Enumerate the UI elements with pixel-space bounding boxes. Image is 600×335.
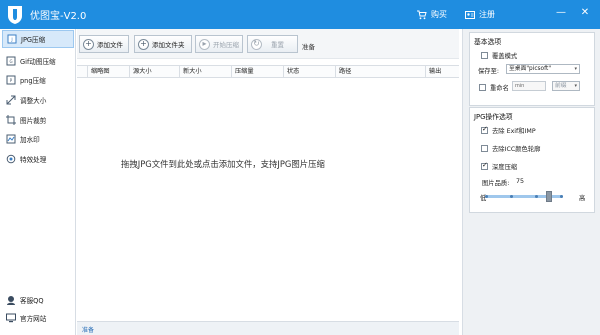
options-panel: 基本选项 覆盖模式 保存至: 至桌面"picsoft" ▾ 重命名 前缀 ▾ J… — [462, 29, 600, 335]
cart-icon — [417, 10, 427, 19]
remove-exif-label: 去除 Exif和IMP — [492, 128, 536, 135]
reset-button[interactable]: ↻ 重置 — [247, 35, 298, 53]
column-header[interactable]: 新大小 — [179, 66, 231, 77]
title-bar: 优图宝-V2.0 购买 注册 — ✕ — [0, 0, 600, 29]
reset-label: 重置 — [271, 41, 284, 49]
toolbar: + 添加文件 + 添加文件夹 ▸ 开始压缩 ↻ 重置 准备 — [77, 29, 459, 59]
buy-label: 购买 — [431, 10, 447, 19]
minimize-button[interactable]: — — [554, 6, 568, 20]
jpg-options-title: JPG操作选项 — [474, 113, 513, 121]
sidebar-item-label: 客服QQ — [20, 297, 44, 305]
sidebar-item-website[interactable]: 官方网站 — [2, 309, 74, 327]
add-file-label: 添加文件 — [97, 41, 123, 49]
sidebar-item-label: JPG压缩 — [21, 36, 46, 44]
sidebar-item-effects[interactable]: 特效处理 — [2, 150, 74, 168]
sidebar-item-label: 加水印 — [20, 136, 40, 144]
sidebar-item-jpg-compress[interactable]: J JPG压缩 — [2, 30, 74, 48]
sidebar-item-label: Gif动图压缩 — [20, 58, 56, 66]
chevron-down-icon: ▾ — [574, 66, 577, 72]
quality-value: 75 — [516, 178, 525, 185]
close-button[interactable]: ✕ — [578, 6, 592, 20]
sidebar-item-label: 特效处理 — [20, 156, 47, 164]
sidebar-item-label: 官方网站 — [20, 315, 47, 323]
crop-icon — [6, 115, 16, 125]
sidebar-item-watermark[interactable]: 加水印 — [2, 130, 74, 148]
table-header: 缩略图 源大小 新大小 压缩量 状态 路径 输出 — [77, 65, 459, 78]
remove-icc-label: 去除ICC颜色轮廓 — [492, 146, 541, 153]
register-button[interactable]: 注册 — [465, 8, 495, 21]
quality-high-label: 高 — [579, 195, 586, 202]
resize-icon — [6, 95, 16, 105]
sidebar-item-label: 图片裁剪 — [20, 117, 47, 125]
file-table[interactable]: 缩略图 源大小 新大小 压缩量 状态 路径 输出 拖拽JPG文件到此处或点击添加… — [77, 59, 459, 321]
rename-label: 重命名 — [490, 85, 509, 92]
slider-tick — [560, 195, 563, 198]
sidebar-item-png-compress[interactable]: P png压缩 — [2, 71, 74, 89]
chevron-down-icon: ▾ — [574, 83, 577, 89]
sidebar-item-label: 调整大小 — [20, 97, 47, 105]
rename-input[interactable] — [512, 81, 546, 91]
add-folder-button[interactable]: + 添加文件夹 — [134, 35, 192, 53]
column-header[interactable]: 路径 — [335, 66, 425, 77]
sidebar: J JPG压缩 G Gif动图压缩 P png压缩 调整大小 图片裁剪 加水印 … — [0, 29, 76, 335]
rename-position-select[interactable]: 前缀 ▾ — [552, 81, 580, 91]
svg-text:J: J — [10, 37, 12, 43]
plus-icon: + — [138, 38, 149, 50]
status-bar: 准备 — [77, 321, 459, 335]
sidebar-item-gif-compress[interactable]: G Gif动图压缩 — [2, 52, 74, 70]
basic-options-group: 基本选项 覆盖模式 保存至: 至桌面"picsoft" ▾ 重命名 前缀 ▾ — [469, 32, 595, 106]
png-icon: P — [6, 75, 16, 85]
app-title: 优图宝-V2.0 — [30, 11, 87, 22]
rename-checkbox[interactable] — [479, 84, 486, 91]
plus-icon: + — [83, 38, 94, 50]
overwrite-checkbox[interactable] — [481, 52, 488, 59]
effects-icon — [6, 154, 16, 164]
quality-slider[interactable] — [485, 191, 563, 202]
basic-options-title: 基本选项 — [474, 38, 502, 46]
register-icon — [465, 10, 475, 19]
column-header[interactable]: 缩略图 — [87, 66, 121, 77]
slider-tick — [510, 195, 513, 198]
register-label: 注册 — [479, 10, 495, 19]
rename-position-value: 前缀 — [555, 83, 567, 89]
save-to-value: 至桌面"picsoft" — [509, 66, 551, 72]
buy-button[interactable]: 购买 — [417, 8, 447, 21]
start-compress-button[interactable]: ▸ 开始压缩 — [195, 35, 243, 53]
quality-slider-thumb[interactable] — [546, 191, 552, 202]
svg-text:G: G — [9, 59, 12, 64]
toolbar-status: 准备 — [302, 43, 315, 51]
app-logo-icon — [8, 6, 22, 24]
watermark-icon — [6, 134, 16, 144]
play-icon: ▸ — [199, 38, 210, 50]
gif-icon: G — [6, 56, 16, 66]
sidebar-item-resize[interactable]: 调整大小 — [2, 91, 74, 109]
slider-tick — [535, 195, 538, 198]
column-header[interactable]: 输出 — [425, 66, 459, 77]
deep-compress-label: 深度压缩 — [492, 164, 518, 171]
customer-service-icon — [7, 296, 15, 305]
website-icon — [6, 313, 16, 323]
add-file-button[interactable]: + 添加文件 — [79, 35, 129, 53]
sidebar-item-crop[interactable]: 图片裁剪 — [2, 111, 74, 129]
save-to-label: 保存至: — [478, 68, 500, 75]
status-text: 准备 — [82, 327, 95, 334]
sidebar-item-label: png压缩 — [20, 77, 46, 85]
overwrite-label: 覆盖模式 — [492, 53, 518, 60]
slider-tick — [485, 195, 488, 198]
column-header[interactable]: 状态 — [283, 66, 335, 77]
reset-icon: ↻ — [251, 38, 262, 50]
drop-hint: 拖拽JPG文件到此处或点击添加文件，支持JPG图片压缩 — [121, 159, 325, 169]
sidebar-item-customer-service[interactable]: 客服QQ — [2, 291, 74, 309]
jpg-icon: J — [7, 34, 17, 44]
column-header[interactable]: 源大小 — [129, 66, 179, 77]
remove-icc-checkbox[interactable] — [481, 145, 488, 152]
quality-label: 图片品质: — [482, 180, 510, 187]
start-compress-label: 开始压缩 — [213, 41, 239, 49]
save-to-select[interactable]: 至桌面"picsoft" ▾ — [506, 64, 580, 74]
column-header[interactable]: 压缩量 — [231, 66, 283, 77]
add-folder-label: 添加文件夹 — [152, 41, 185, 49]
remove-exif-checkbox[interactable] — [481, 125, 488, 134]
deep-compress-checkbox[interactable] — [481, 161, 488, 170]
